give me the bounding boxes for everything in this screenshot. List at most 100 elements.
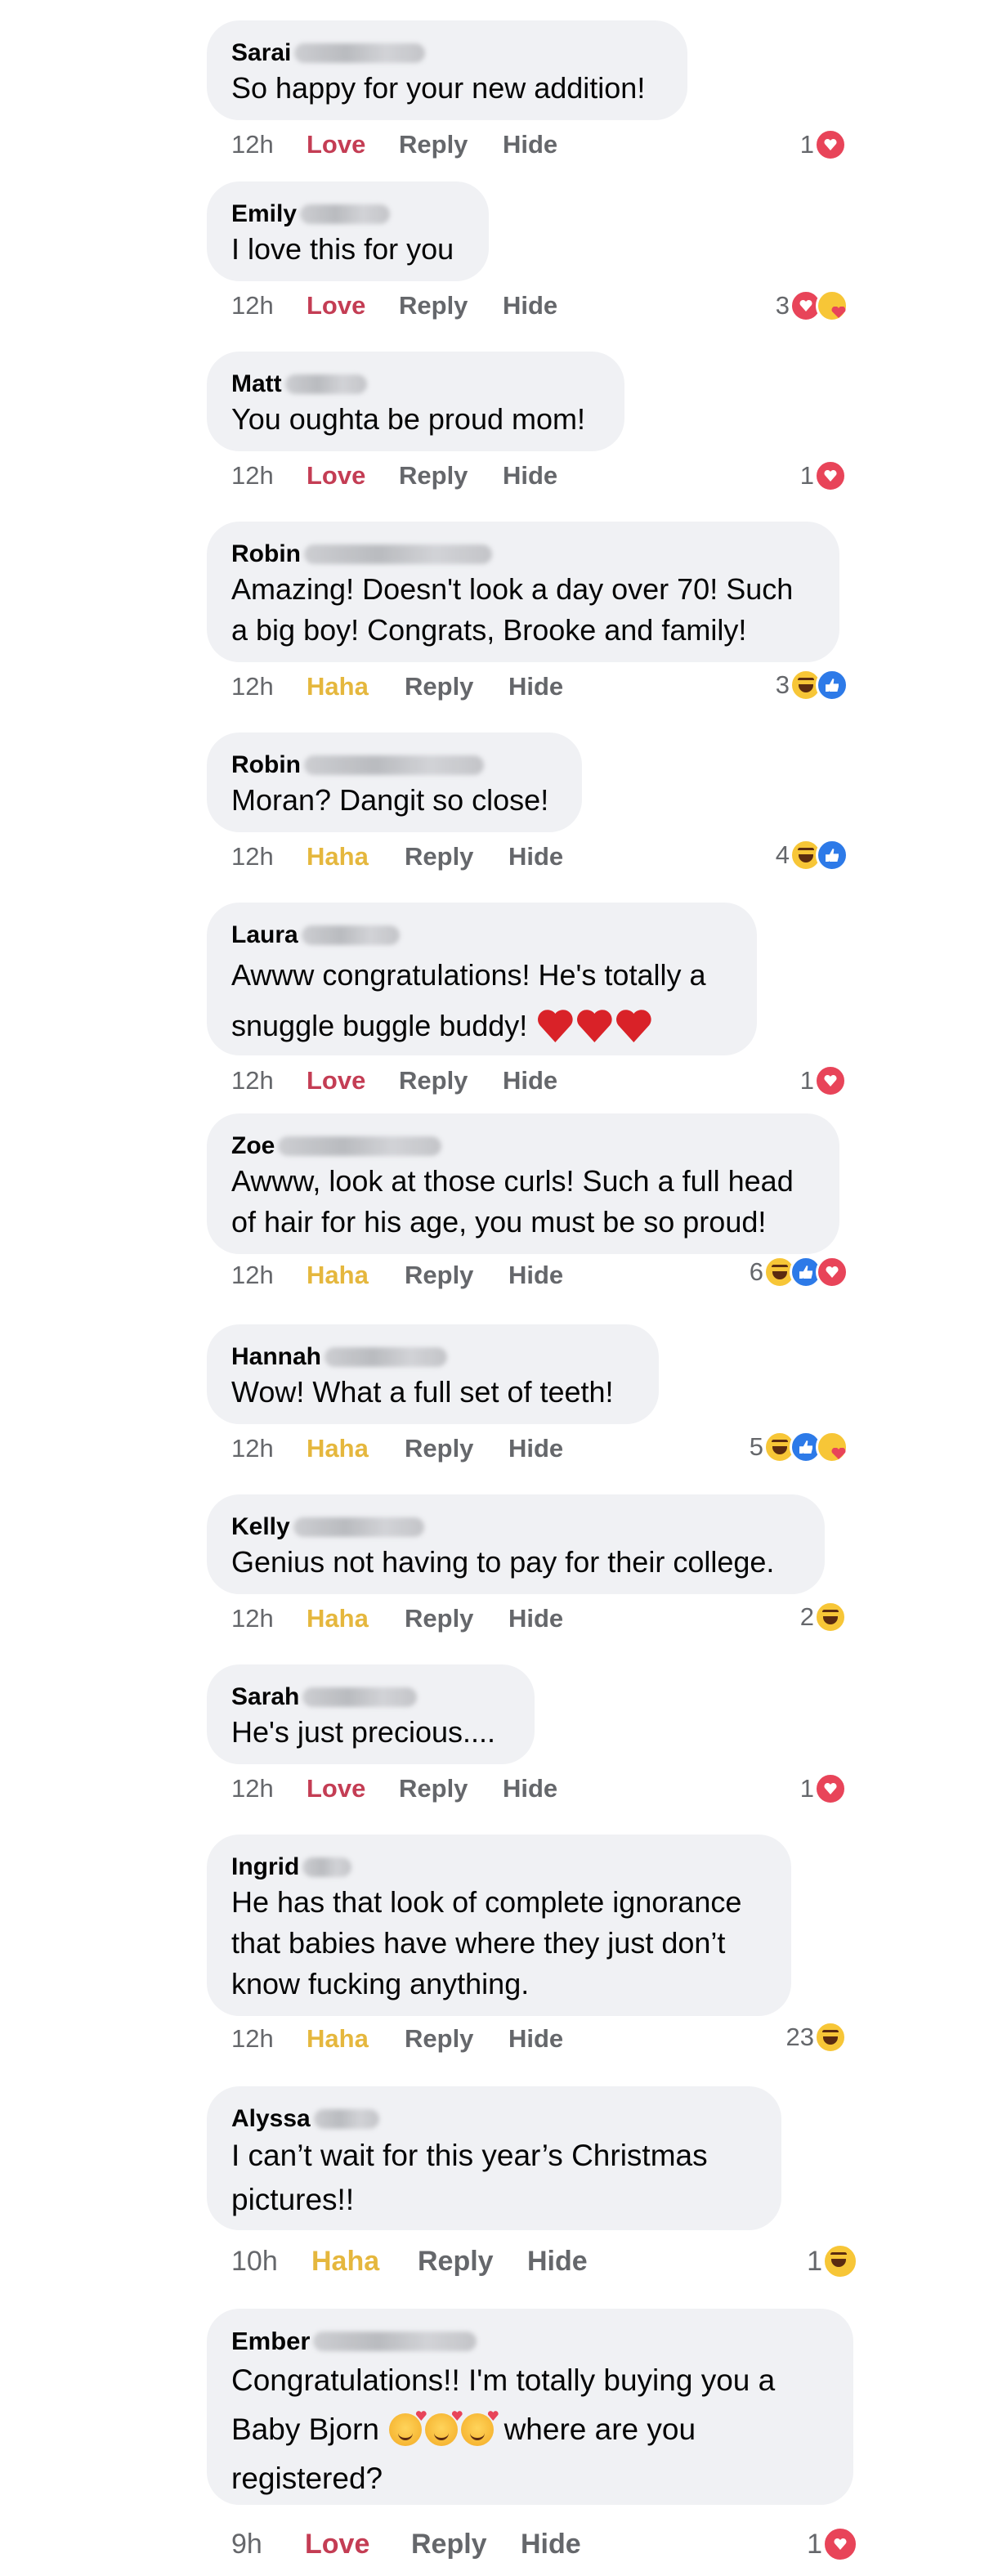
author-name[interactable]: Zoe (231, 1131, 275, 1161)
react-button[interactable]: Love (307, 459, 399, 492)
comment-bubble[interactable]: Sarai So happy for your new addition! (207, 20, 687, 120)
reaction-summary[interactable]: 1 (800, 1772, 847, 1805)
reply-button[interactable]: Reply (405, 670, 508, 703)
comment-bubble[interactable]: Kelly Genius not having to pay for their… (207, 1494, 825, 1594)
hide-button[interactable]: Hide (508, 1432, 563, 1465)
hide-button[interactable]: Hide (503, 1772, 557, 1805)
author-name[interactable]: Laura (231, 921, 298, 950)
hide-button[interactable]: Hide (508, 1259, 563, 1292)
react-button[interactable]: Love (305, 2528, 411, 2560)
author-name[interactable]: Ingrid (231, 1852, 299, 1882)
react-button[interactable]: Haha (307, 670, 405, 703)
reaction-summary[interactable]: 5 (750, 1431, 848, 1463)
comment-time[interactable]: 12h (231, 1602, 307, 1635)
hide-button[interactable]: Hide (508, 670, 563, 703)
reaction-summary[interactable]: 2 (800, 1601, 847, 1633)
comment-author[interactable]: Robin (231, 540, 813, 569)
author-name[interactable]: Sarai (231, 38, 291, 68)
author-name[interactable]: Matt (231, 370, 282, 399)
comment-time[interactable]: 12h (231, 1432, 307, 1465)
comment-bubble[interactable]: Alyssa I can’t wait for this year’s Chri… (207, 2086, 781, 2230)
reply-button[interactable]: Reply (399, 289, 503, 322)
comment-bubble[interactable]: Sarah He's just precious.... (207, 1664, 535, 1764)
comment-author[interactable]: Sarai (231, 38, 661, 68)
reply-button[interactable]: Reply (399, 128, 503, 161)
hide-button[interactable]: Hide (508, 2023, 563, 2055)
comment-time[interactable]: 12h (231, 1259, 307, 1292)
reply-button[interactable]: Reply (418, 2245, 527, 2278)
author-name[interactable]: Ember (231, 2327, 310, 2356)
comment-time[interactable]: 12h (231, 289, 307, 322)
hide-button[interactable]: Hide (503, 459, 557, 492)
comment-time[interactable]: 12h (231, 459, 307, 492)
reaction-summary[interactable]: 23 (786, 2021, 847, 2054)
reply-button[interactable]: Reply (405, 1432, 508, 1465)
comment-time[interactable]: 12h (231, 1064, 307, 1097)
comment-bubble[interactable]: Ember Congratulations!! I'm totally buyi… (207, 2309, 853, 2505)
reply-button[interactable]: Reply (405, 2023, 508, 2055)
react-button[interactable]: Haha (307, 1259, 405, 1292)
comment-time[interactable]: 12h (231, 2023, 307, 2055)
reaction-summary[interactable]: 1 (807, 2243, 858, 2279)
react-button[interactable]: Haha (307, 840, 405, 873)
reaction-summary[interactable]: 6 (750, 1256, 848, 1288)
reaction-summary[interactable]: 1 (807, 2526, 858, 2562)
comment-author[interactable]: Hannah (231, 1342, 633, 1372)
reaction-summary[interactable]: 4 (776, 839, 848, 871)
comment-bubble[interactable]: Hannah Wow! What a full set of teeth! (207, 1324, 659, 1424)
author-name[interactable]: Sarah (231, 1682, 299, 1712)
comment-bubble[interactable]: Robin Amazing! Doesn't look a day over 7… (207, 522, 839, 662)
reply-button[interactable]: Reply (405, 1259, 508, 1292)
reaction-summary[interactable]: 3 (776, 669, 848, 701)
hide-button[interactable]: Hide (508, 1602, 563, 1635)
react-button[interactable]: Haha (307, 2023, 405, 2055)
comment-bubble[interactable]: Laura Awww congratulations! He's totally… (207, 903, 757, 1055)
comment-time[interactable]: 12h (231, 1772, 307, 1805)
reaction-summary[interactable]: 1 (800, 1064, 847, 1097)
comment-author[interactable]: Robin (231, 750, 556, 780)
react-button[interactable]: Love (307, 1772, 399, 1805)
comment-author[interactable]: Emily (231, 199, 463, 229)
author-name[interactable]: Robin (231, 540, 301, 569)
reply-button[interactable]: Reply (399, 459, 503, 492)
comment-author[interactable]: Zoe (231, 1131, 813, 1161)
comment-bubble[interactable]: Matt You oughta be proud mom! (207, 352, 624, 451)
reply-button[interactable]: Reply (411, 2528, 521, 2560)
comment-time[interactable]: 12h (231, 840, 307, 873)
reaction-summary[interactable]: 3 (776, 289, 848, 322)
hide-button[interactable]: Hide (521, 2528, 581, 2560)
hide-button[interactable]: Hide (503, 128, 557, 161)
hide-button[interactable]: Hide (527, 2245, 588, 2278)
comment-author[interactable]: Alyssa (231, 2104, 755, 2134)
react-button[interactable]: Haha (307, 1432, 405, 1465)
comment-time[interactable]: 12h (231, 128, 307, 161)
comment-author[interactable]: Kelly (231, 1512, 799, 1542)
react-button[interactable]: Haha (307, 1602, 405, 1635)
react-button[interactable]: Love (307, 128, 399, 161)
react-button[interactable]: Haha (311, 2245, 418, 2278)
author-name[interactable]: Kelly (231, 1512, 290, 1542)
comment-author[interactable]: Matt (231, 370, 598, 399)
author-name[interactable]: Emily (231, 199, 297, 229)
comment-author[interactable]: Laura (231, 921, 731, 950)
hide-button[interactable]: Hide (503, 289, 557, 322)
comment-time[interactable]: 12h (231, 670, 307, 703)
comment-bubble[interactable]: Ingrid He has that look of complete igno… (207, 1835, 791, 2016)
reply-button[interactable]: Reply (399, 1064, 503, 1097)
comment-author[interactable]: Sarah (231, 1682, 508, 1712)
reply-button[interactable]: Reply (405, 840, 508, 873)
author-name[interactable]: Robin (231, 750, 301, 780)
reaction-summary[interactable]: 1 (800, 128, 847, 161)
reply-button[interactable]: Reply (399, 1772, 503, 1805)
comment-author[interactable]: Ember (231, 2327, 827, 2356)
comment-bubble[interactable]: Zoe Awww, look at those curls! Such a fu… (207, 1113, 839, 1254)
author-name[interactable]: Hannah (231, 1342, 321, 1372)
react-button[interactable]: Love (307, 1064, 399, 1097)
comment-time[interactable]: 9h (231, 2528, 305, 2560)
comment-author[interactable]: Ingrid (231, 1852, 765, 1882)
comment-time[interactable]: 10h (231, 2245, 311, 2278)
reaction-summary[interactable]: 1 (800, 459, 847, 492)
hide-button[interactable]: Hide (503, 1064, 557, 1097)
comment-bubble[interactable]: Robin Moran? Dangit so close! (207, 732, 582, 832)
author-name[interactable]: Alyssa (231, 2104, 311, 2134)
